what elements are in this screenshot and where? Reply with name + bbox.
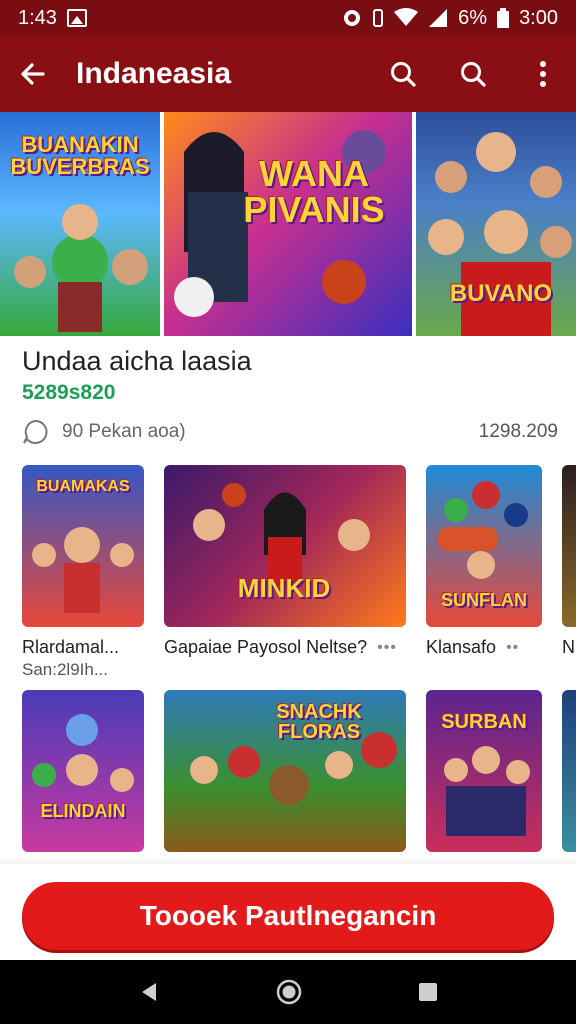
game-tile[interactable] bbox=[562, 690, 576, 852]
system-nav-bar bbox=[0, 960, 576, 1024]
game-thumbnail[interactable] bbox=[562, 465, 576, 627]
featured-meta: 90 Pekan aoa) 1298.209 bbox=[22, 419, 558, 445]
signal-icon bbox=[429, 9, 448, 27]
overflow-menu-button[interactable] bbox=[528, 59, 558, 89]
game-tile[interactable]: SNACHK FLORAS bbox=[164, 690, 406, 852]
game-art-title: MINKID bbox=[237, 573, 331, 603]
game-thumbnail[interactable]: BUAMAKAS bbox=[22, 465, 144, 627]
game-tile[interactable]: BUAMAKAS Rlardamal... San:2l9Ih... bbox=[22, 465, 144, 680]
featured-meta-text: 90 Pekan aoa) bbox=[62, 421, 186, 442]
hero-banner[interactable]: BUVANO bbox=[416, 112, 576, 336]
hero-title: WANA PIVANIS bbox=[243, 153, 385, 230]
battery-percent: 6% bbox=[458, 6, 488, 29]
chat-bubble-icon bbox=[23, 419, 48, 444]
game-art-title: SUNFLAN bbox=[441, 590, 527, 610]
game-title: N bbox=[562, 637, 575, 657]
featured-count: 1298.209 bbox=[478, 421, 558, 442]
vibrate-icon bbox=[373, 9, 384, 27]
game-row-2: ELINDAIN SNACHK FLORAS SURBAN bbox=[22, 690, 576, 852]
search-button-secondary[interactable] bbox=[458, 59, 488, 89]
game-subtitle: San:2l9Ih... bbox=[22, 660, 109, 679]
battery-icon bbox=[497, 8, 510, 28]
game-thumbnail[interactable]: SNACHK FLORAS bbox=[164, 690, 406, 852]
recents-nav-icon[interactable] bbox=[417, 981, 439, 1003]
more-vertical-icon bbox=[540, 61, 546, 87]
status-time-left: 1:43 bbox=[18, 6, 57, 29]
home-nav-icon[interactable] bbox=[275, 978, 303, 1006]
hero-carousel: BUANAKIN BUVERBRAS WANA PIVANIS BUVANO bbox=[0, 112, 576, 338]
game-tile[interactable]: ELINDAIN bbox=[22, 690, 144, 852]
back-arrow-icon bbox=[21, 63, 45, 85]
back-nav-icon[interactable] bbox=[137, 980, 161, 1004]
hero-title: BUANAKIN BUVERBRAS bbox=[10, 132, 150, 179]
status-time-right: 3:00 bbox=[519, 6, 558, 29]
cta-bar: Toooek Pautlnegancin bbox=[0, 864, 576, 960]
search-icon bbox=[461, 62, 486, 87]
hero-title: BUVANO bbox=[449, 280, 553, 307]
game-title: Klansafo bbox=[426, 637, 497, 657]
game-thumbnail[interactable]: ELINDAIN bbox=[22, 690, 144, 852]
app-bar: Indaneasia bbox=[0, 36, 576, 112]
featured-price: 5289s820 bbox=[22, 381, 116, 404]
game-thumbnail[interactable] bbox=[562, 690, 576, 852]
game-tile[interactable]: SURBAN bbox=[426, 690, 542, 852]
search-icon bbox=[391, 62, 416, 87]
alarm-icon bbox=[344, 10, 361, 26]
game-tile[interactable]: SUNFLAN Klansafo •• bbox=[426, 465, 542, 680]
game-tile[interactable]: N bbox=[562, 465, 576, 680]
featured-name: Undaa aicha laasia bbox=[22, 346, 252, 376]
wifi-icon bbox=[394, 8, 419, 26]
hero-banner[interactable]: BUANAKIN BUVERBRAS bbox=[0, 112, 160, 336]
search-button[interactable] bbox=[388, 59, 418, 89]
more-options-icon[interactable]: ••• bbox=[377, 639, 397, 657]
game-art bbox=[32, 714, 134, 792]
game-art-title: ELINDAIN bbox=[40, 801, 126, 821]
game-art-title: BUAMAKAS bbox=[36, 478, 130, 495]
gallery-icon bbox=[66, 9, 87, 27]
game-title-row: Gapaiae Payosol Neltse? ••• bbox=[164, 637, 406, 658]
game-tile[interactable]: MINKID Gapaiae Payosol Neltse? ••• bbox=[164, 465, 406, 680]
game-thumbnail[interactable]: MINKID bbox=[164, 465, 406, 627]
game-thumbnail[interactable]: SUNFLAN bbox=[426, 465, 542, 627]
more-options-icon[interactable]: •• bbox=[506, 639, 519, 657]
game-title-row: Klansafo •• bbox=[426, 637, 542, 658]
game-art-title: SURBAN bbox=[441, 711, 527, 733]
game-title: Gapaiae Payosol Neltse? bbox=[164, 637, 368, 657]
game-row-1: BUAMAKAS Rlardamal... San:2l9Ih... MINKI… bbox=[22, 465, 576, 680]
hero-banner[interactable]: WANA PIVANIS bbox=[164, 112, 412, 336]
game-thumbnail[interactable]: SURBAN bbox=[426, 690, 542, 852]
page-title: Indaneasia bbox=[76, 57, 232, 90]
featured-info: Undaa aicha laasia 5289s820 90 Pekan aoa… bbox=[22, 346, 558, 445]
back-button[interactable] bbox=[18, 59, 48, 89]
primary-action-button[interactable]: Toooek Pautlnegancin bbox=[22, 882, 554, 950]
game-art-title: SNACHK FLORAS bbox=[276, 701, 362, 743]
game-title: Rlardamal... bbox=[22, 637, 120, 657]
status-bar: 1:43 6% 3:00 bbox=[0, 0, 576, 36]
